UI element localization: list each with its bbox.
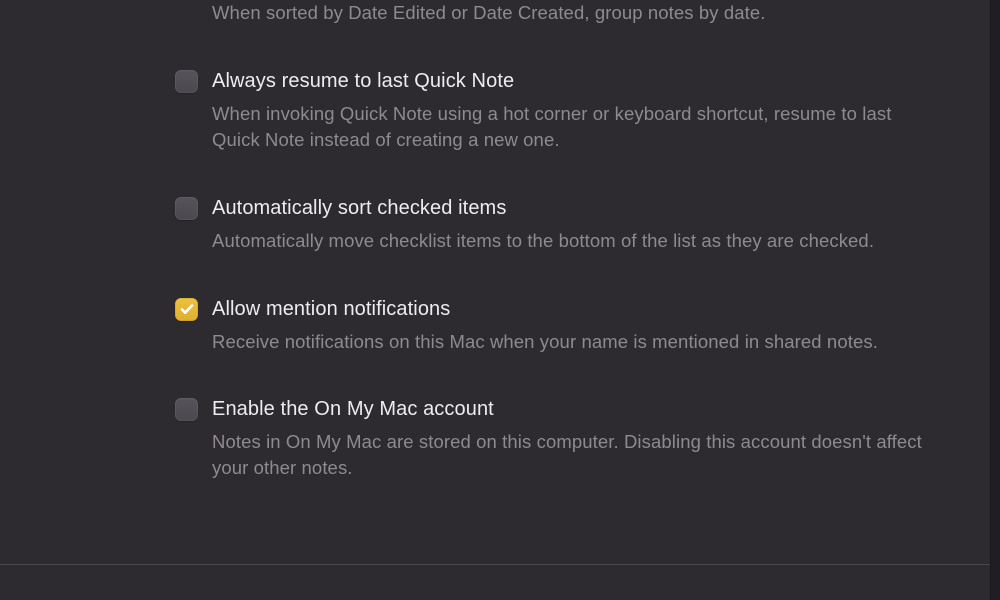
pref-header: Enable the On My Mac account (175, 398, 940, 421)
pref-title: Allow mention notifications (212, 298, 450, 321)
pref-title: Automatically sort checked items (212, 197, 506, 220)
mention-notifications-checkbox[interactable] (175, 298, 198, 321)
pref-description: When invoking Quick Note using a hot cor… (175, 101, 940, 153)
checkmark-icon (179, 301, 195, 317)
pref-auto-sort-checked: Automatically sort checked items Automat… (175, 197, 940, 254)
group-by-date-description: When sorted by Date Edited or Date Creat… (175, 0, 940, 26)
pref-header: Allow mention notifications (175, 298, 940, 321)
pref-resume-quick-note: Always resume to last Quick Note When in… (175, 70, 940, 153)
resume-quick-note-checkbox[interactable] (175, 70, 198, 93)
window-right-edge (990, 0, 1000, 600)
pref-title: Always resume to last Quick Note (212, 70, 514, 93)
pref-mention-notifications: Allow mention notifications Receive noti… (175, 298, 940, 355)
pref-header: Automatically sort checked items (175, 197, 940, 220)
pref-header: Always resume to last Quick Note (175, 70, 940, 93)
footer-divider (0, 564, 1000, 565)
pref-title: Enable the On My Mac account (212, 398, 494, 421)
pref-description: Receive notifications on this Mac when y… (175, 329, 940, 355)
on-my-mac-checkbox[interactable] (175, 398, 198, 421)
auto-sort-checked-checkbox[interactable] (175, 197, 198, 220)
pref-on-my-mac: Enable the On My Mac account Notes in On… (175, 398, 940, 481)
preferences-content: When sorted by Date Edited or Date Creat… (0, 0, 1000, 481)
pref-description: Automatically move checklist items to th… (175, 228, 940, 254)
pref-description: Notes in On My Mac are stored on this co… (175, 429, 940, 481)
